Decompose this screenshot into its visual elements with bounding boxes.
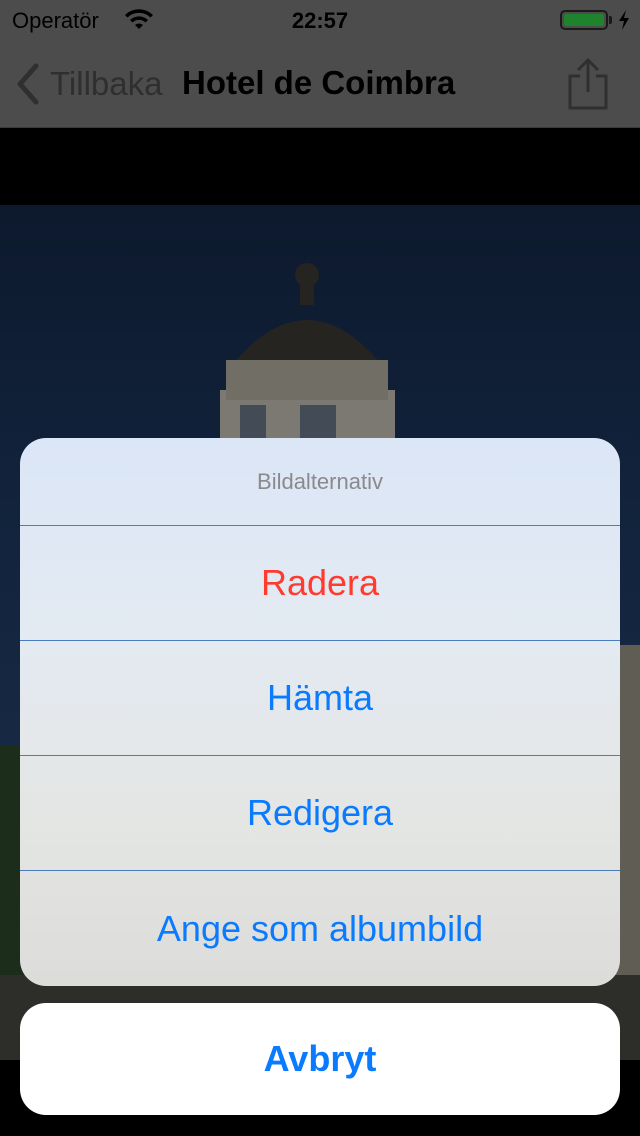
cancel-button[interactable]: Avbryt <box>20 1003 620 1115</box>
edit-button[interactable]: Redigera <box>20 756 620 871</box>
download-button[interactable]: Hämta <box>20 641 620 756</box>
set-album-cover-button[interactable]: Ange som albumbild <box>20 871 620 986</box>
delete-button[interactable]: Radera <box>20 526 620 641</box>
action-sheet-title: Bildalternativ <box>20 438 620 526</box>
action-sheet: Bildalternativ Radera Hämta Redigera Ang… <box>20 438 620 986</box>
